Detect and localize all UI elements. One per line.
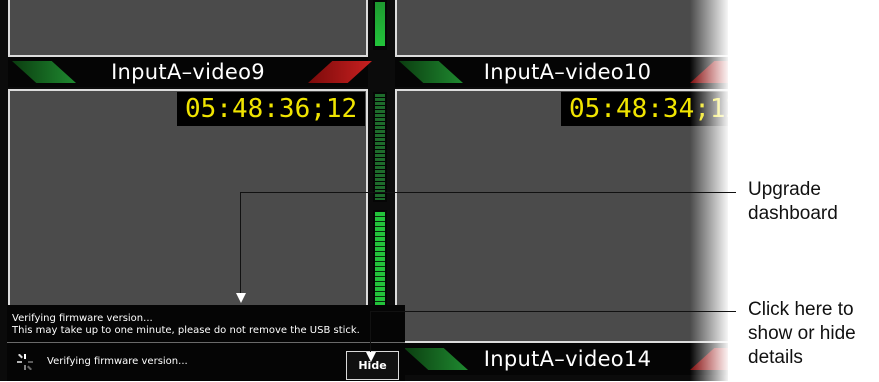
tile-label-video10: InputA–video10 (483, 60, 652, 84)
detail-line-2: This may take up to one minute, please d… (12, 325, 360, 336)
video-tile-9 (8, 0, 368, 57)
arrow-down-icon (366, 352, 376, 362)
upgrade-dashboard: Verifying firmware version... This may t… (7, 305, 405, 381)
timecode-left: 05:48:36;12 (177, 92, 366, 126)
audio-meter-top (373, 0, 387, 50)
arrow-down-icon (236, 293, 246, 303)
tile-label-video9: InputA–video9 (111, 60, 265, 84)
detail-line-1: Verifying firmware version... (12, 313, 153, 324)
callout-line-upgrade-v (240, 192, 241, 296)
audio-meter-mid (373, 92, 387, 202)
spinner-icon (17, 353, 33, 371)
callout-line-upgrade-h (240, 192, 736, 193)
callout-line-details-v (370, 311, 371, 353)
video-tile-10 (395, 0, 728, 57)
screen-edge-fade (690, 0, 730, 381)
audio-meter-bottom (373, 210, 387, 310)
tile-label-video14: InputA–video14 (483, 347, 652, 371)
video-tile-14 (395, 89, 728, 343)
status-text: Verifying firmware version... (47, 356, 188, 367)
callout-upgrade-dashboard: Upgrade dashboard (748, 179, 838, 224)
status-bar: Verifying firmware version... Hide (7, 342, 405, 382)
callout-show-hide-details: Click here to show or hide details (748, 299, 856, 368)
callout-line-details-h (370, 311, 736, 312)
